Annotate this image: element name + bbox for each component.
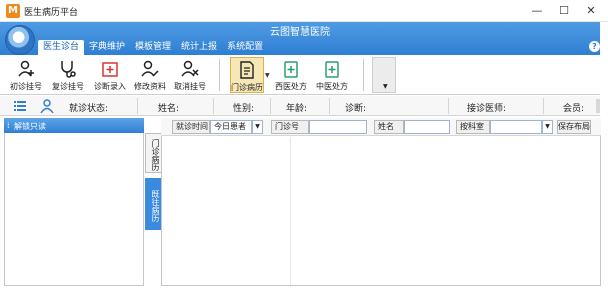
grid-column-divider bbox=[290, 137, 291, 285]
patient-icon bbox=[40, 99, 54, 113]
close-button[interactable]: ✕ bbox=[578, 2, 604, 20]
ribbon-label: 取消挂号 bbox=[174, 82, 206, 91]
first-visit-register-button[interactable]: 初诊挂号 bbox=[7, 57, 45, 93]
revisit-register-button[interactable]: 复诊挂号 bbox=[49, 57, 87, 93]
chevron-down-icon[interactable]: ▼ bbox=[542, 120, 553, 134]
menu-system-config[interactable]: 系统配置 bbox=[222, 40, 268, 55]
divider bbox=[329, 98, 330, 114]
main-menu: 医生诊台 字典维护 模板管理 统计上报 系统配置 bbox=[38, 40, 268, 55]
visit-time-select[interactable]: 今日患者 bbox=[210, 120, 252, 134]
ribbon-label: 门诊病历 bbox=[231, 83, 263, 92]
department-select[interactable] bbox=[490, 120, 542, 134]
ribbon-label: 复诊挂号 bbox=[52, 82, 84, 91]
cancel-register-button[interactable]: 取消挂号 bbox=[171, 57, 209, 93]
minimize-button[interactable]: — bbox=[524, 2, 550, 20]
window-title: 医生病历平台 bbox=[24, 8, 79, 18]
record-icon bbox=[240, 61, 254, 79]
age-label: 年龄: bbox=[286, 104, 308, 114]
chinese-prescription-button[interactable]: 中医处方 bbox=[313, 57, 351, 93]
visit-status-label: 就诊状态: bbox=[69, 104, 109, 114]
department-filter-label: 按科室 bbox=[456, 120, 490, 134]
divider bbox=[137, 98, 138, 114]
chinese-rx-icon bbox=[325, 61, 339, 78]
add-user-icon bbox=[18, 60, 34, 77]
outpatient-record-button[interactable]: 门诊病历 bbox=[230, 57, 264, 93]
patient-list-panel bbox=[161, 118, 601, 286]
chevron-down-icon: ▼ bbox=[383, 83, 388, 90]
drag-handle-icon[interactable]: ⁞ bbox=[7, 121, 10, 130]
hospital-name: 云图智慧医院 bbox=[270, 27, 330, 38]
unlock-readonly-button[interactable]: 解锁只读 bbox=[14, 121, 46, 132]
visit-time-label: 就诊时间 bbox=[172, 120, 210, 134]
menu-templates[interactable]: 模板管理 bbox=[130, 40, 176, 55]
scrollbar[interactable] bbox=[596, 99, 600, 113]
tab-past-records[interactable]: 既往病历 bbox=[145, 178, 161, 230]
list-icon[interactable] bbox=[14, 100, 26, 112]
clinic-number-input[interactable] bbox=[309, 120, 367, 134]
name-filter-input[interactable] bbox=[404, 120, 450, 134]
remove-user-icon bbox=[181, 60, 199, 77]
clinic-number-label: 门诊号 bbox=[271, 120, 309, 134]
tab-outpatient-record[interactable]: 门诊病历 bbox=[145, 133, 161, 173]
ribbon-label: 修改资料 bbox=[134, 82, 166, 91]
menu-dictionary[interactable]: 字典维护 bbox=[84, 40, 130, 55]
divider bbox=[448, 98, 449, 114]
divider bbox=[213, 98, 214, 114]
save-layout-button[interactable]: 保存布局 bbox=[557, 120, 591, 134]
menu-statistics[interactable]: 统计上报 bbox=[176, 40, 222, 55]
ribbon-label: 中医处方 bbox=[316, 82, 348, 91]
ribbon-label: 诊断录入 bbox=[94, 82, 126, 91]
help-icon[interactable]: ? bbox=[589, 41, 600, 52]
ribbon-separator bbox=[363, 59, 364, 91]
left-panel bbox=[4, 118, 144, 286]
menu-doctor-desk[interactable]: 医生诊台 bbox=[38, 40, 85, 55]
ribbon-label: 西医处方 bbox=[275, 82, 307, 91]
divider bbox=[270, 98, 271, 114]
app-icon: M bbox=[6, 4, 20, 18]
maximize-button[interactable]: ☐ bbox=[551, 2, 577, 20]
stethoscope-icon bbox=[61, 61, 76, 78]
gender-label: 性别: bbox=[233, 104, 255, 114]
edit-user-icon bbox=[141, 60, 159, 77]
western-rx-icon bbox=[284, 61, 298, 78]
member-label: 会员: bbox=[563, 104, 585, 114]
name-filter-label: 姓名 bbox=[374, 120, 404, 134]
ribbon-label: 初诊挂号 bbox=[10, 82, 42, 91]
patient-name-label: 姓名: bbox=[158, 104, 180, 114]
diagnosis-label: 诊断: bbox=[345, 104, 367, 114]
diagnosis-entry-button[interactable]: 诊断录入 bbox=[91, 57, 129, 93]
chevron-down-icon[interactable]: ▼ bbox=[265, 72, 270, 79]
edit-profile-button[interactable]: 修改资料 bbox=[131, 57, 169, 93]
divider bbox=[543, 98, 544, 114]
western-prescription-button[interactable]: 西医处方 bbox=[272, 57, 310, 93]
attending-doctor-label: 接诊医师: bbox=[467, 104, 507, 114]
ribbon-separator bbox=[219, 59, 220, 91]
chevron-down-icon[interactable]: ▼ bbox=[252, 120, 263, 134]
title-bar bbox=[0, 0, 608, 22]
medical-kit-icon bbox=[102, 62, 118, 77]
ribbon-overflow-button[interactable]: ▼ bbox=[372, 57, 396, 93]
